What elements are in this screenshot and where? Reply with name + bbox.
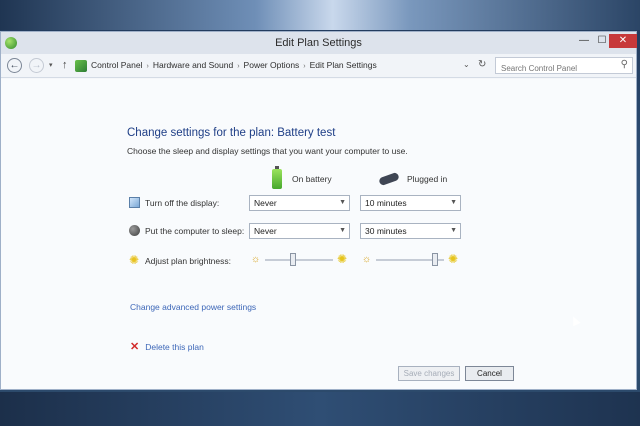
recent-locations-icon[interactable]: ▾ <box>49 61 53 69</box>
sleep-icon <box>129 225 140 236</box>
display-row: Turn off the display: Never ▼ 10 minutes… <box>129 195 469 213</box>
dropdown-arrow-icon: ▼ <box>450 199 457 206</box>
window-title: Edit Plan Settings <box>275 37 362 49</box>
page-description: Choose the sleep and display settings th… <box>127 146 408 156</box>
display-plugged-value: 10 minutes <box>365 198 407 208</box>
delete-icon: ✕ <box>130 341 140 353</box>
dim-sun-icon: ☼ <box>251 254 261 265</box>
minimize-button[interactable]: — <box>575 34 593 48</box>
breadcrumb-hardware-and-sound[interactable]: Hardware and Sound <box>153 60 233 70</box>
display-battery-select[interactable]: Never ▼ <box>249 195 350 211</box>
search-input[interactable] <box>496 61 606 76</box>
display-plugged-select[interactable]: 10 minutes ▼ <box>360 195 461 211</box>
dropdown-arrow-icon: ▼ <box>339 199 346 206</box>
title-bar[interactable]: Edit Plan Settings — ☐ ✕ <box>1 32 637 54</box>
on-battery-label: On battery <box>292 174 332 184</box>
breadcrumb-control-panel[interactable]: Control Panel <box>91 60 143 70</box>
refresh-icon[interactable]: ↻ <box>478 59 486 70</box>
search-icon[interactable]: ⚲ <box>621 59 628 70</box>
breadcrumb-power-options[interactable]: Power Options <box>244 60 300 70</box>
dim-sun-icon: ☼ <box>362 254 372 265</box>
bright-sun-icon: ✺ <box>448 252 459 266</box>
plugged-in-label: Plugged in <box>407 174 448 184</box>
control-panel-icon <box>75 60 87 72</box>
breadcrumb: Control Panel › Hardware and Sound › Power O… <box>91 60 377 70</box>
slider-thumb[interactable] <box>289 253 296 266</box>
display-label: Turn off the display: <box>145 198 220 208</box>
brightness-label: Adjust plan brightness: <box>145 256 231 266</box>
back-button[interactable]: ← <box>7 58 22 73</box>
search-box[interactable]: ⚲ <box>495 57 633 76</box>
address-bar: ← → ▾ ↑ Control Panel › Hardware and Sound… <box>1 54 636 78</box>
monitor-bezel-bottom <box>0 392 640 426</box>
save-changes-button[interactable]: Save changes <box>398 366 460 381</box>
sleep-plugged-value: 30 minutes <box>365 226 407 236</box>
dropdown-arrow-icon: ▼ <box>339 227 346 234</box>
slider-thumb[interactable] <box>431 253 438 266</box>
close-button[interactable]: ✕ <box>609 34 637 48</box>
display-icon <box>129 197 140 208</box>
sleep-battery-select[interactable]: Never ▼ <box>249 223 350 239</box>
cancel-button[interactable]: Cancel <box>465 366 514 381</box>
address-dropdown-icon[interactable]: ⌄ <box>463 60 470 69</box>
breadcrumb-separator-icon[interactable]: › <box>237 63 239 70</box>
dropdown-arrow-icon: ▼ <box>450 227 457 234</box>
breadcrumb-edit-plan-settings[interactable]: Edit Plan Settings <box>310 60 377 70</box>
sleep-battery-value: Never <box>254 226 277 236</box>
mouse-cursor-icon <box>569 314 581 327</box>
battery-icon <box>272 166 282 189</box>
monitor-bezel-top <box>0 0 640 30</box>
plugged-in-header: Plugged in <box>378 167 448 191</box>
display-battery-value: Never <box>254 198 277 208</box>
page-title: Change settings for the plan: Battery te… <box>127 127 336 139</box>
plug-icon <box>378 171 400 187</box>
brightness-plugged-slider[interactable]: ☼ ✺ <box>362 252 462 267</box>
brightness-row: ✺ Adjust plan brightness: ☼ ✺ ☼ ✺ <box>129 252 469 271</box>
edit-plan-window: Edit Plan Settings — ☐ ✕ ← → ▾ ↑ Control… <box>0 31 637 390</box>
delete-plan-link[interactable]: ✕ Delete this plan <box>130 340 204 353</box>
sleep-row: Put the computer to sleep: Never ▼ 30 mi… <box>129 223 469 241</box>
sleep-label: Put the computer to sleep: <box>145 226 245 236</box>
advanced-settings-link[interactable]: Change advanced power settings <box>130 302 256 312</box>
breadcrumb-separator-icon[interactable]: › <box>147 63 149 70</box>
slider-track[interactable] <box>265 259 333 261</box>
delete-plan-label[interactable]: Delete this plan <box>145 342 204 352</box>
on-battery-header: On battery <box>272 166 332 191</box>
sleep-plugged-select[interactable]: 30 minutes ▼ <box>360 223 461 239</box>
content-area: Change settings for the plan: Battery te… <box>1 79 636 389</box>
brightness-icon: ✺ <box>129 253 140 267</box>
forward-button[interactable]: → <box>29 58 44 73</box>
bright-sun-icon: ✺ <box>337 252 348 266</box>
breadcrumb-separator-icon[interactable]: › <box>303 63 305 70</box>
up-arrow-icon[interactable]: ↑ <box>62 59 68 71</box>
brightness-battery-slider[interactable]: ☼ ✺ <box>251 252 351 267</box>
